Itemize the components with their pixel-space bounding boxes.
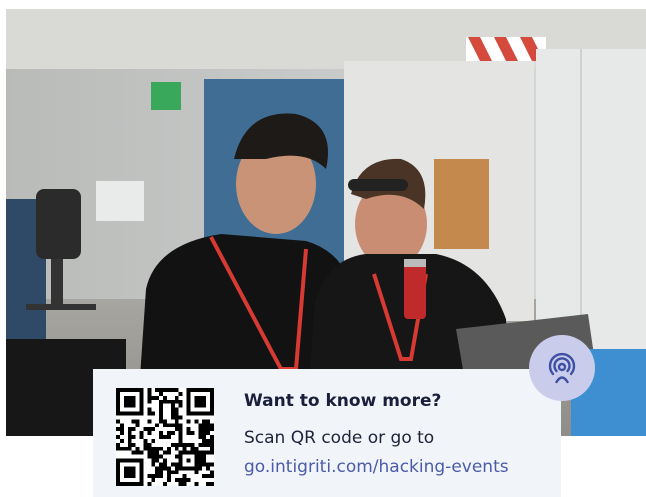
event-promo-banner: Want to know more? Scan QR code or go to… xyxy=(0,0,646,497)
broadcast-badge xyxy=(529,335,595,401)
card-title: Want to know more? xyxy=(244,391,442,411)
qr-code[interactable] xyxy=(116,388,214,486)
card-instruction: Scan QR code or go to xyxy=(244,428,435,448)
info-card: Want to know more? Scan QR code or go to… xyxy=(93,369,561,497)
hacking-events-link[interactable]: go.intigriti.com/hacking-events xyxy=(244,457,509,477)
broadcast-person-icon xyxy=(548,352,576,384)
